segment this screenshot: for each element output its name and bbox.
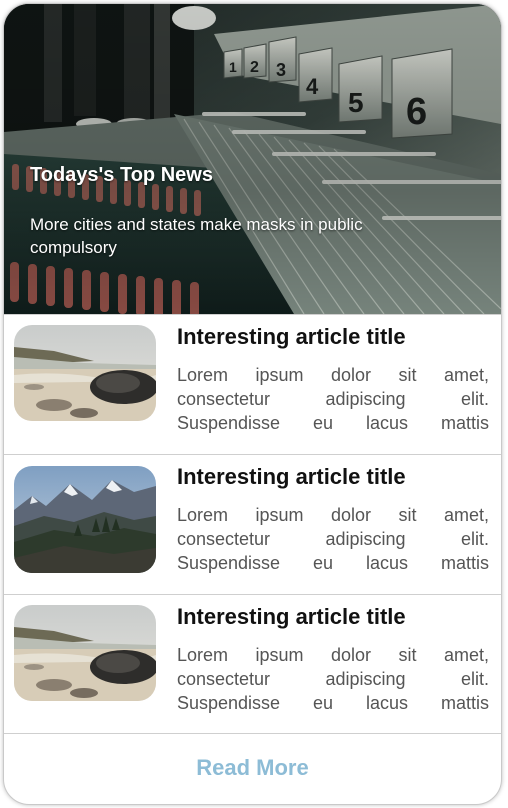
hero-title: Todays's Top News xyxy=(30,164,213,186)
beach-rocks-image xyxy=(14,325,156,421)
news-card: 1 2 3 4 5 6 Todays's Top News More citie… xyxy=(3,3,502,805)
article-title[interactable]: Interesting article title xyxy=(177,604,406,630)
article-thumbnail xyxy=(14,605,156,701)
article-thumbnail xyxy=(14,325,156,421)
article-item[interactable]: Interesting article title Lorem ipsum do… xyxy=(4,314,501,454)
article-title[interactable]: Interesting article title xyxy=(177,324,406,350)
read-more-link[interactable]: Read More xyxy=(196,755,308,781)
mountains-image xyxy=(14,466,156,573)
hero-banner[interactable]: 1 2 3 4 5 6 Todays's Top News More citie… xyxy=(4,4,501,314)
hero-image: 1 2 3 4 5 6 xyxy=(4,4,501,314)
article-excerpt: Lorem ipsum dolor sit amet, consectetur … xyxy=(177,365,489,433)
article-thumbnail xyxy=(14,466,156,573)
article-item[interactable]: Interesting article title Lorem ipsum do… xyxy=(4,454,501,594)
beach-rocks-image xyxy=(14,605,156,701)
card-footer: Read More xyxy=(4,733,501,804)
article-item[interactable]: Interesting article title Lorem ipsum do… xyxy=(4,594,501,734)
article-title[interactable]: Interesting article title xyxy=(177,464,406,490)
article-excerpt: Lorem ipsum dolor sit amet, consectetur … xyxy=(177,505,489,573)
article-excerpt: Lorem ipsum dolor sit amet, consectetur … xyxy=(177,645,489,713)
hero-subtitle: More cities and states make masks in pub… xyxy=(30,215,363,257)
